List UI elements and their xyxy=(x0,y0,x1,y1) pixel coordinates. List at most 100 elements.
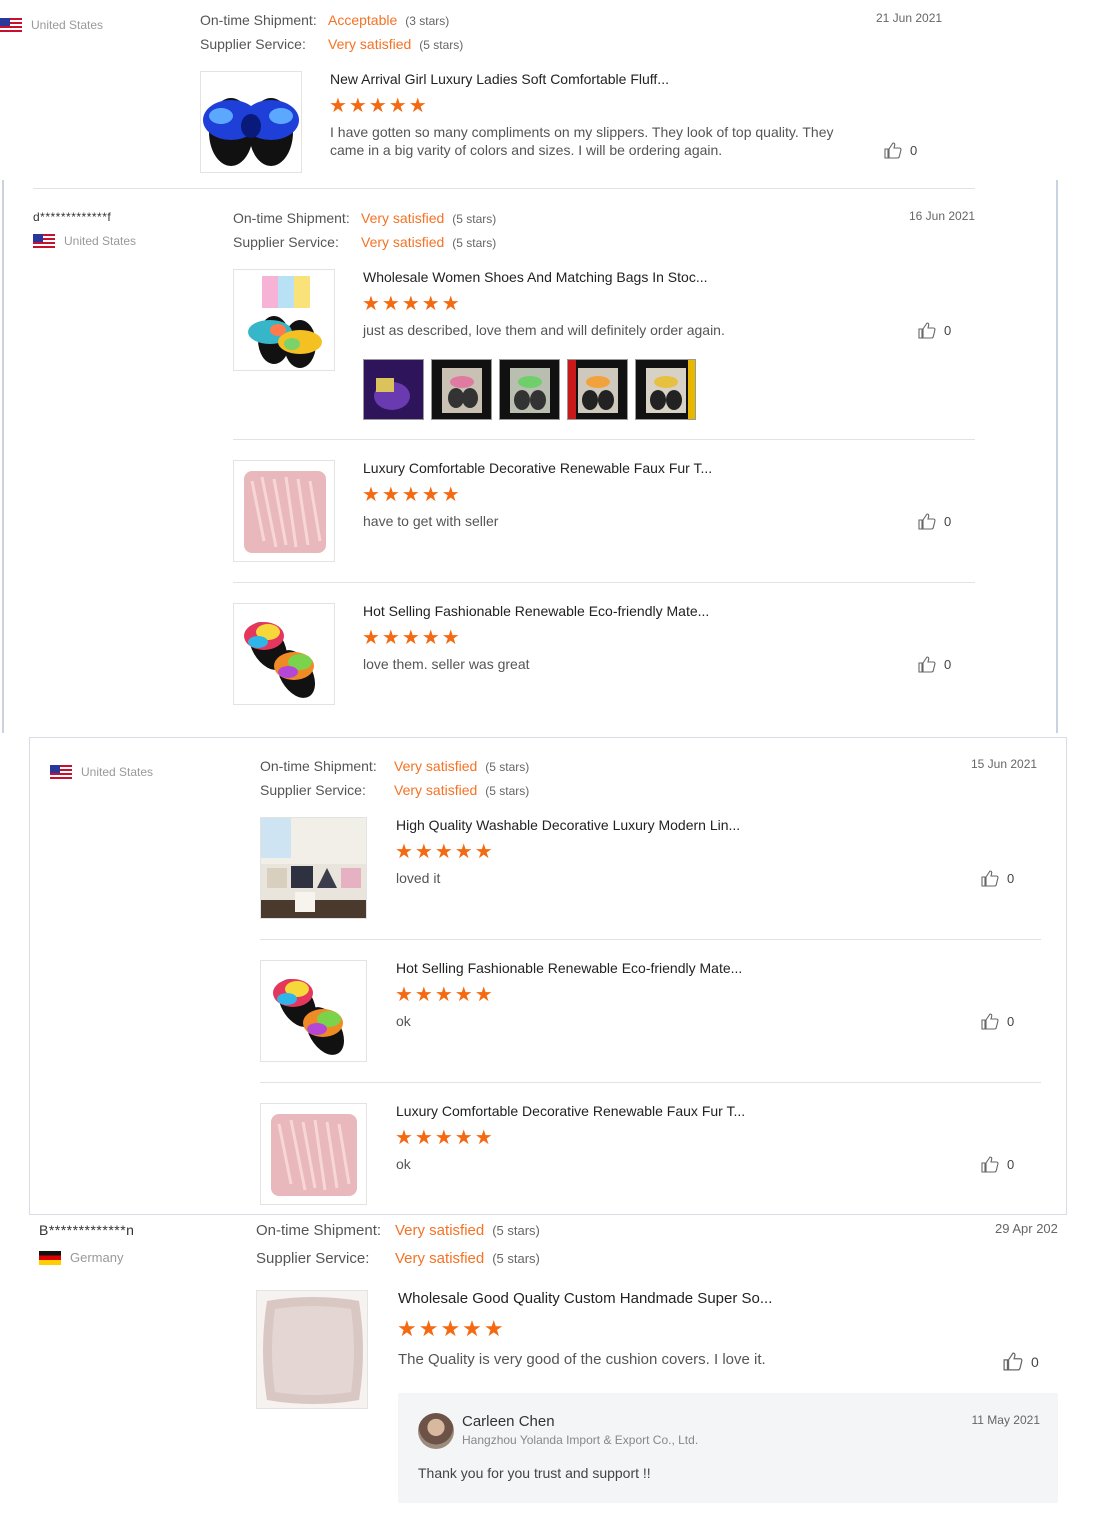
item-divider xyxy=(260,939,1041,940)
country: United States xyxy=(50,765,153,779)
product-title-link[interactable]: High Quality Washable Decorative Luxury … xyxy=(396,817,740,833)
star-rating: ★★★★★ xyxy=(395,984,495,1006)
like-button[interactable]: 0 xyxy=(1003,1352,1039,1371)
ontime-label: On-time Shipment: xyxy=(256,1222,382,1239)
ontime-rating: On-time Shipment: Very satisfied (5 star… xyxy=(256,1222,540,1239)
product-title-link[interactable]: Hot Selling Fashionable Renewable Eco-fr… xyxy=(363,603,709,619)
item-divider xyxy=(260,1082,1041,1083)
product-title-link[interactable]: Luxury Comfortable Decorative Renewable … xyxy=(396,1103,745,1119)
product-title-link[interactable]: Wholesale Women Shoes And Matching Bags … xyxy=(363,269,707,285)
like-button[interactable]: 0 xyxy=(918,656,951,673)
like-count: 0 xyxy=(1007,1157,1015,1172)
thumbs-up-icon xyxy=(981,1013,999,1030)
review-comment: loved it xyxy=(396,870,441,886)
seller-company: Hangzhou Yolanda Import & Export Co., Lt… xyxy=(462,1433,699,1447)
thumbs-up-icon xyxy=(918,656,936,673)
us-flag-icon xyxy=(33,234,55,248)
review-photo[interactable] xyxy=(635,359,696,420)
supplier-label: Supplier Service: xyxy=(256,1250,370,1267)
thumbs-up-icon xyxy=(918,322,936,339)
ontime-rating: On-time Shipment: Acceptable (3 stars) xyxy=(200,12,449,28)
review-comment: The Quality is very good of the cushion … xyxy=(398,1351,766,1368)
star-rating: ★★★★★ xyxy=(362,484,462,506)
supplier-rating: Supplier Service: Very satisfied (5 star… xyxy=(233,234,496,250)
product-thumbnail[interactable] xyxy=(233,603,335,705)
supplier-stars-note: (5 stars) xyxy=(452,236,497,250)
product-title-link[interactable]: Luxury Comfortable Decorative Renewable … xyxy=(363,460,712,476)
like-count: 0 xyxy=(944,657,952,672)
us-flag-icon xyxy=(0,18,22,32)
rainbow-fur-slippers-image xyxy=(273,979,344,1055)
review-comment: ok xyxy=(396,1013,411,1029)
reply-date: 11 May 2021 xyxy=(971,1413,1041,1427)
frame-border-left xyxy=(2,180,4,733)
ontime-label: On-time Shipment: xyxy=(200,12,317,28)
review-photo[interactable] xyxy=(363,359,424,420)
like-button[interactable]: 0 xyxy=(918,513,951,530)
review-photo[interactable] xyxy=(431,359,492,420)
star-rating: ★★★★★ xyxy=(395,1127,495,1149)
like-button[interactable]: 0 xyxy=(981,1013,1014,1030)
review-date: 16 Jun 2021 xyxy=(909,209,976,223)
review-comment: ok xyxy=(396,1156,411,1172)
ontime-stars-note: (5 stars) xyxy=(492,1223,540,1238)
thumbs-up-icon xyxy=(1003,1352,1023,1371)
ontime-stars-note: (5 stars) xyxy=(485,760,530,774)
beige-cushion-image xyxy=(257,1291,367,1408)
country-label: United States xyxy=(81,765,154,779)
ontime-rating: On-time Shipment: Very satisfied (5 star… xyxy=(233,210,496,226)
supplier-rating: Supplier Service: Very satisfied (5 star… xyxy=(260,782,529,798)
ontime-stars-note: (3 stars) xyxy=(405,14,450,28)
like-button[interactable]: 0 xyxy=(981,870,1014,887)
supplier-rating: Supplier Service: Very satisfied (5 star… xyxy=(256,1250,540,1267)
product-thumbnail[interactable] xyxy=(260,817,367,919)
product-thumbnail[interactable] xyxy=(233,269,335,371)
product-title-link[interactable]: Hot Selling Fashionable Renewable Eco-fr… xyxy=(396,960,742,976)
germany-flag-icon xyxy=(39,1250,61,1265)
like-button[interactable]: 0 xyxy=(918,322,951,339)
review-photo-image xyxy=(500,360,559,419)
review-comment: love them. seller was great xyxy=(363,656,530,672)
rainbow-fur-slippers-image xyxy=(244,622,315,698)
seller-name: Carleen Chen xyxy=(462,1413,555,1430)
ontime-value: Very satisfied xyxy=(361,210,445,226)
supplier-value: Very satisfied xyxy=(361,234,445,250)
like-count: 0 xyxy=(1031,1353,1039,1370)
ontime-value: Very satisfied xyxy=(394,758,478,774)
product-thumbnail[interactable] xyxy=(233,460,335,562)
review-photo[interactable] xyxy=(499,359,560,420)
review-photo-image xyxy=(364,360,423,419)
review-photo-image xyxy=(636,360,695,419)
supplier-label: Supplier Service: xyxy=(260,782,366,798)
review-photo[interactable] xyxy=(567,359,628,420)
country: United States xyxy=(33,234,136,248)
item-divider xyxy=(233,582,975,583)
thumbs-up-icon xyxy=(981,870,999,887)
country-label: United States xyxy=(64,234,137,248)
supplier-stars-note: (5 stars) xyxy=(485,784,530,798)
rainbow-slippers-with-bag-image xyxy=(248,276,322,368)
product-thumbnail[interactable] xyxy=(200,71,302,173)
supplier-stars-note: (5 stars) xyxy=(419,38,464,52)
like-count: 0 xyxy=(1007,1014,1015,1029)
product-thumbnail[interactable] xyxy=(260,1103,367,1205)
review-date: 29 Apr 202 xyxy=(995,1221,1058,1236)
pink-fur-pillow-image xyxy=(271,1114,357,1196)
thumbs-up-icon xyxy=(884,142,902,159)
thumbs-up-icon xyxy=(981,1156,999,1173)
product-title-link[interactable]: New Arrival Girl Luxury Ladies Soft Comf… xyxy=(330,71,669,87)
us-flag-icon xyxy=(50,765,72,779)
country-label: United States xyxy=(31,18,104,32)
ontime-label: On-time Shipment: xyxy=(260,758,377,774)
review-comment: have to get with seller xyxy=(363,513,499,529)
like-button[interactable]: 0 xyxy=(981,1156,1014,1173)
supplier-value: Very satisfied xyxy=(328,36,412,52)
review-date: 21 Jun 2021 xyxy=(876,11,943,25)
like-button[interactable]: 0 xyxy=(884,142,917,159)
supplier-label: Supplier Service: xyxy=(200,36,306,52)
product-thumbnail[interactable] xyxy=(256,1290,368,1409)
product-thumbnail[interactable] xyxy=(260,960,367,1062)
product-title-link[interactable]: Wholesale Good Quality Custom Handmade S… xyxy=(398,1290,772,1307)
country-label: Germany xyxy=(70,1250,124,1265)
like-count: 0 xyxy=(944,323,952,338)
